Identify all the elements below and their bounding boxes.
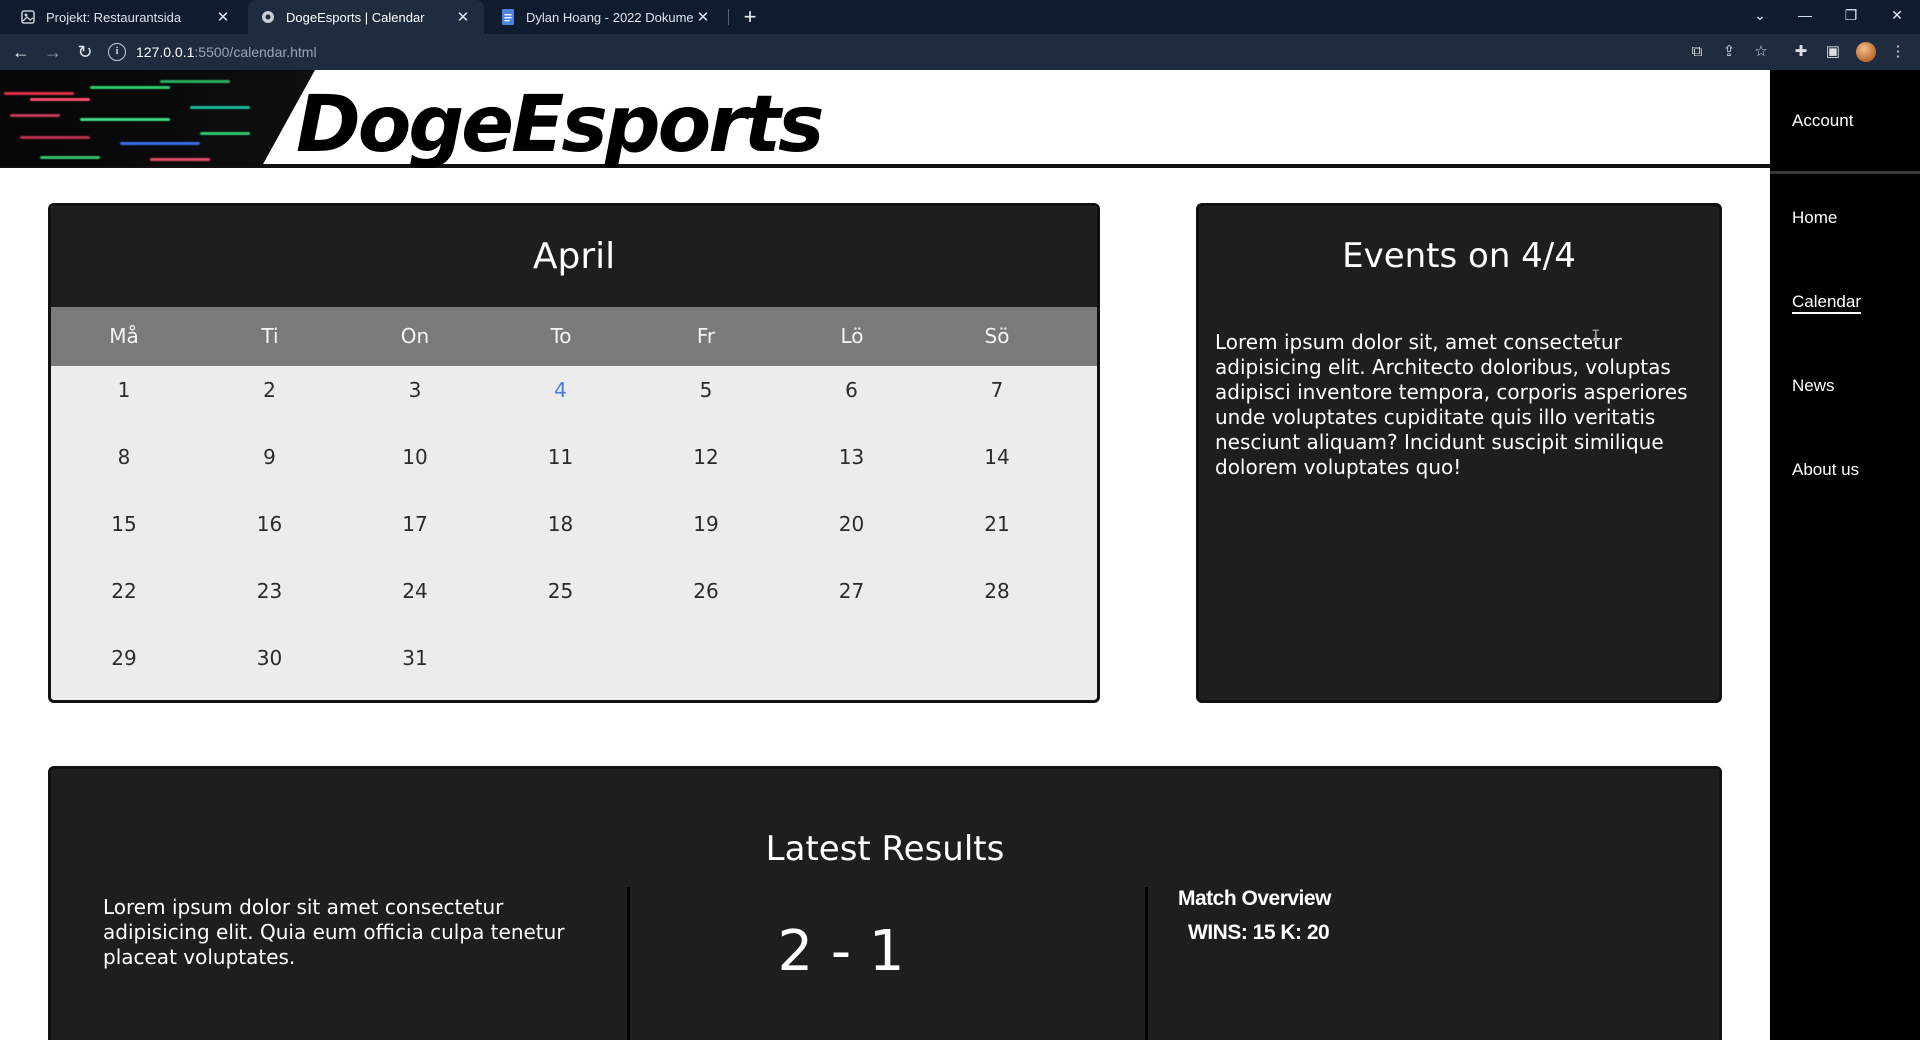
results-description: Lorem ipsum dolor sit amet consectetur a… bbox=[103, 895, 565, 969]
restore-icon[interactable]: ❐ bbox=[1828, 0, 1874, 30]
calendar-date-cell[interactable]: 23 bbox=[197, 579, 343, 603]
site-header: DogeEsports bbox=[0, 70, 1770, 170]
tab-dokumentation[interactable]: Dylan Hoang - 2022 Dokumentat ✕ bbox=[488, 0, 724, 34]
calendar-date-cell[interactable]: 25 bbox=[488, 579, 634, 603]
calendar-date-cell[interactable]: 9 bbox=[197, 445, 343, 469]
url-path: :5500/calendar.html bbox=[194, 44, 317, 60]
calendar-date-cell[interactable]: 14 bbox=[924, 445, 1070, 469]
calendar-date-cell[interactable]: 12 bbox=[633, 445, 779, 469]
weekday-label: Fr bbox=[696, 324, 716, 348]
calendar-date-cell[interactable]: 1 bbox=[51, 378, 197, 402]
weekday-label: Må bbox=[109, 324, 139, 348]
minimize-icon[interactable]: — bbox=[1782, 0, 1828, 30]
calendar-date-cell[interactable]: 31 bbox=[342, 646, 488, 670]
tab-restaurantsida[interactable]: Projekt: Restaurantsida ✕ bbox=[8, 0, 244, 34]
side-panel-icon[interactable]: ▣ bbox=[1823, 42, 1843, 62]
calendar-month-title: April bbox=[532, 236, 616, 277]
close-window-icon[interactable]: ✕ bbox=[1874, 0, 1920, 30]
side-navigation: Account Home Calendar News About us bbox=[1770, 70, 1920, 1040]
globe-favicon-icon bbox=[260, 9, 276, 25]
column-divider bbox=[627, 887, 630, 1040]
tab-separator bbox=[728, 9, 729, 25]
calendar-date-cell[interactable]: 15 bbox=[51, 512, 197, 536]
banner-light-streaks-image bbox=[0, 70, 315, 166]
document-favicon-icon bbox=[20, 9, 36, 25]
share-icon[interactable]: ⇪ bbox=[1719, 42, 1739, 62]
calendar-date-cell[interactable]: 17 bbox=[342, 512, 488, 536]
column-divider bbox=[1145, 887, 1148, 1040]
forward-arrow-icon[interactable]: → bbox=[39, 38, 67, 66]
calendar-date-cell[interactable]: 26 bbox=[633, 579, 779, 603]
calendar-date-cell[interactable]: 2 bbox=[197, 378, 343, 402]
results-title: Latest Results bbox=[765, 829, 1005, 869]
text-cursor-icon: I bbox=[1591, 326, 1601, 345]
tab-search-chevron-icon[interactable]: ⌄ bbox=[1737, 0, 1783, 30]
nav-calendar-link[interactable]: Calendar bbox=[1792, 292, 1861, 312]
tab-calendar[interactable]: DogeEsports | Calendar ✕ bbox=[248, 0, 484, 34]
new-tab-plus-icon[interactable]: + bbox=[736, 3, 764, 31]
calendar-date-cell[interactable]: 4 bbox=[488, 378, 634, 402]
calendar-date-cell[interactable]: 10 bbox=[342, 445, 488, 469]
menu-kebab-icon[interactable]: ⋮ bbox=[1888, 42, 1908, 62]
calendar-date-cell[interactable]: 5 bbox=[633, 378, 779, 402]
tab-title: Dylan Hoang - 2022 Dokumentat bbox=[526, 9, 694, 25]
calendar-date-cell[interactable]: 21 bbox=[924, 512, 1070, 536]
google-docs-favicon-icon bbox=[500, 9, 516, 25]
reload-icon[interactable]: ↻ bbox=[71, 38, 99, 66]
tab-close-icon[interactable]: ✕ bbox=[454, 8, 472, 26]
calendar-date-cell[interactable]: 18 bbox=[488, 512, 634, 536]
url-host: 127.0.0.1 bbox=[136, 44, 195, 60]
nav-about-us-link[interactable]: About us bbox=[1792, 460, 1859, 480]
events-panel: Events on 4/4 Lorem ipsum dolor sit, ame… bbox=[1196, 203, 1722, 703]
nav-account-link[interactable]: Account bbox=[1792, 111, 1853, 131]
translate-icon[interactable]: ⧉ bbox=[1687, 42, 1707, 62]
weekday-label: Ti bbox=[261, 324, 279, 348]
calendar-date-cell[interactable]: 7 bbox=[924, 378, 1070, 402]
calendar-date-cell[interactable]: 22 bbox=[51, 579, 197, 603]
tab-close-icon[interactable]: ✕ bbox=[694, 8, 712, 26]
extensions-puzzle-icon[interactable]: ✚ bbox=[1791, 42, 1811, 62]
calendar-date-cell[interactable]: 11 bbox=[488, 445, 634, 469]
browser-tab-strip: Projekt: Restaurantsida ✕ DogeEsports | … bbox=[0, 0, 1920, 34]
events-title: Events on 4/4 bbox=[1342, 236, 1576, 276]
calendar-weekday-row: Må Ti On To Fr Lö Sö bbox=[51, 307, 1097, 366]
calendar-date-cell[interactable]: 30 bbox=[197, 646, 343, 670]
calendar-widget: April Må Ti On To Fr Lö Sö 1 2 3 4 5 6 7 8 9 10 11… bbox=[48, 203, 1100, 703]
address-toolbar: ← → ↻ i 127.0.0.1:5500/calendar.html ⧉ ⇪… bbox=[0, 34, 1920, 70]
calendar-date-cell[interactable]: 24 bbox=[342, 579, 488, 603]
calendar-date-cell[interactable]: 20 bbox=[779, 512, 925, 536]
tab-close-icon[interactable]: ✕ bbox=[214, 8, 232, 26]
calendar-date-cell[interactable]: 29 bbox=[51, 646, 197, 670]
match-overview-title: Match Overview bbox=[1178, 887, 1331, 910]
calendar-date-cell[interactable]: 8 bbox=[51, 445, 197, 469]
match-overview-stats: WINS: 15 K: 20 bbox=[1188, 921, 1330, 944]
address-bar[interactable]: i 127.0.0.1:5500/calendar.html bbox=[108, 38, 1688, 66]
weekday-label: Sö bbox=[984, 324, 1010, 348]
profile-avatar[interactable] bbox=[1856, 42, 1876, 62]
calendar-date-cell[interactable]: 27 bbox=[779, 579, 925, 603]
nav-divider bbox=[1770, 171, 1920, 174]
match-score: 2 - 1 bbox=[777, 919, 905, 984]
site-info-icon[interactable]: i bbox=[108, 43, 126, 61]
nav-news-link[interactable]: News bbox=[1792, 376, 1835, 396]
weekday-label: To bbox=[550, 324, 572, 348]
weekday-label: On bbox=[400, 324, 430, 348]
calendar-date-cell[interactable]: 16 bbox=[197, 512, 343, 536]
calendar-header: April bbox=[51, 206, 1097, 307]
latest-results-panel: Latest Results Lorem ipsum dolor sit ame… bbox=[48, 766, 1722, 1040]
calendar-date-cell[interactable]: 3 bbox=[342, 378, 488, 402]
web-page: DogeEsports Account Home Calendar News A… bbox=[0, 70, 1920, 1040]
calendar-date-cell[interactable]: 28 bbox=[924, 579, 1070, 603]
tab-title: DogeEsports | Calendar bbox=[286, 9, 425, 25]
site-logo[interactable]: DogeEsports bbox=[296, 80, 824, 170]
events-description: Lorem ipsum dolor sit, amet consectetur … bbox=[1215, 330, 1688, 479]
nav-home-link[interactable]: Home bbox=[1792, 208, 1837, 228]
tab-title: Projekt: Restaurantsida bbox=[46, 9, 182, 25]
calendar-date-cell[interactable]: 19 bbox=[633, 512, 779, 536]
weekday-label: Lö bbox=[840, 324, 864, 348]
back-arrow-icon[interactable]: ← bbox=[7, 38, 35, 66]
bookmark-star-icon[interactable]: ☆ bbox=[1751, 42, 1771, 62]
calendar-date-cell[interactable]: 6 bbox=[779, 378, 925, 402]
calendar-date-cell[interactable]: 13 bbox=[779, 445, 925, 469]
